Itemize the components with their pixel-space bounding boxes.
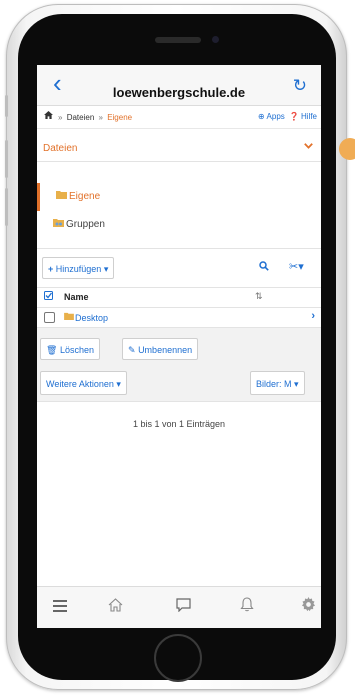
caret-down-icon: ▾ [116, 379, 121, 389]
image-size-select[interactable]: Bilder: M ▾ [250, 371, 305, 395]
volume-up-button [5, 140, 8, 178]
select-all-checkbox[interactable] [44, 291, 53, 302]
nav-item-label: Eigene [69, 191, 101, 202]
breadcrumb-items: » Dateien » Eigene [56, 113, 132, 122]
chevron-down-icon [304, 141, 313, 152]
tools-icon[interactable]: ✂▾ [289, 260, 304, 273]
add-button[interactable]: + Hinzufügen ▾ [42, 257, 115, 279]
nav-item-label: Gruppen [66, 219, 105, 230]
chat-icon[interactable] [176, 597, 191, 617]
help-link[interactable]: Hilfe [301, 112, 317, 121]
table-header: Name ⇅ [37, 286, 321, 308]
add-button-label: Hinzufügen [55, 264, 102, 274]
home-icon[interactable] [108, 597, 123, 617]
delete-button[interactable]: 🗑 Löschen [40, 338, 100, 360]
phone-screen: ‹ loewenbergschule.de ↻ » Dateien » Eige… [37, 65, 321, 628]
apps-icon: ⊕ [257, 112, 265, 121]
speaker-grille [155, 37, 201, 43]
volume-down-button [5, 188, 8, 226]
folder-icon [56, 190, 67, 202]
section-header[interactable]: Dateien [37, 137, 321, 162]
rename-button-label: Umbenennen [138, 345, 193, 355]
search-icon[interactable] [259, 261, 269, 274]
help-icon: ❓ [289, 112, 299, 121]
browser-address-bar: ‹ loewenbergschule.de ↻ [37, 65, 321, 106]
sort-icon[interactable]: ⇅ [255, 291, 263, 302]
pencil-icon: ✎ [128, 345, 136, 355]
pagination-info: 1 bis 1 von 1 Einträgen [132, 419, 226, 429]
column-name-header[interactable]: Name [64, 292, 89, 302]
apps-link[interactable]: Apps [267, 112, 285, 121]
file-toolbar: + Hinzufügen ▾ ✂▾ [37, 248, 321, 288]
file-actions-row: 🗑 Löschen ✎ Umbenennen [37, 327, 321, 368]
domain-label: loewenbergschule.de [112, 85, 246, 100]
folder-icon [64, 312, 74, 322]
row-checkbox[interactable] [44, 312, 55, 323]
group-folder-icon [53, 218, 64, 230]
breadcrumb-item-eigene[interactable]: Eigene [107, 113, 132, 122]
bottom-nav [37, 586, 321, 628]
table-row[interactable]: Desktop › [37, 307, 321, 329]
reload-icon[interactable]: ↻ [293, 76, 307, 96]
breadcrumb-separator: » [58, 113, 63, 122]
nav-item-eigene[interactable]: Eigene [37, 183, 321, 211]
delete-button-label: Löschen [59, 345, 94, 355]
caret-down-icon: ▾ [294, 379, 299, 389]
more-actions-button[interactable]: Weitere Aktionen ▾ [40, 371, 127, 395]
trash-icon: 🗑 [46, 345, 58, 355]
breadcrumb-separator: » [98, 113, 103, 122]
breadcrumb-item-dateien[interactable]: Dateien [67, 113, 95, 122]
side-button [5, 95, 8, 117]
more-actions-row: Weitere Aktionen ▾ Bilder: M ▾ [37, 367, 321, 402]
breadcrumb: » Dateien » Eigene ⊕ Apps ❓ Hilfe [37, 106, 321, 129]
home-icon[interactable] [44, 111, 53, 122]
folder-nav: Eigene Gruppen [37, 183, 321, 239]
row-label[interactable]: Desktop [75, 313, 108, 323]
section-title: Dateien [43, 143, 78, 154]
nav-item-gruppen[interactable]: Gruppen [37, 211, 321, 239]
header-links: ⊕ Apps ❓ Hilfe [256, 112, 317, 121]
front-camera [212, 36, 219, 43]
chevron-right-icon[interactable]: › [311, 310, 315, 322]
home-button[interactable] [154, 634, 202, 682]
more-actions-label: Weitere Aktionen [46, 379, 114, 389]
bell-icon[interactable] [240, 597, 254, 617]
rename-button[interactable]: ✎ Umbenennen [122, 338, 199, 360]
plus-icon: + [48, 264, 54, 274]
image-size-label: Bilder: M [256, 379, 292, 389]
gear-icon[interactable] [301, 597, 316, 617]
orange-indicator-dot [339, 138, 355, 160]
menu-icon[interactable] [53, 597, 67, 617]
caret-down-icon: ▾ [103, 264, 109, 274]
